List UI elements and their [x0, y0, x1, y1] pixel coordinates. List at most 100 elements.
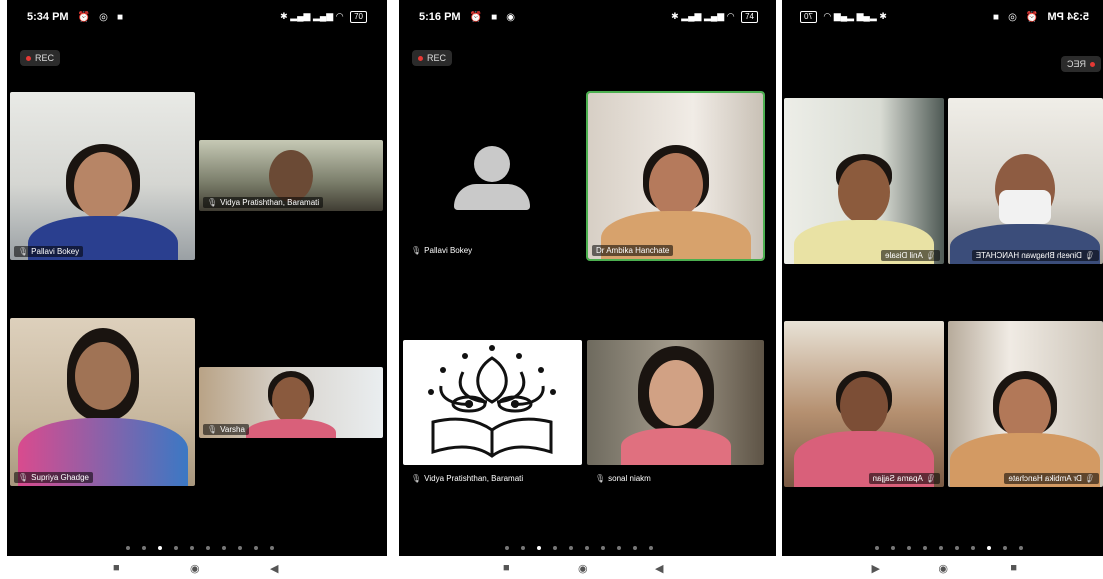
page-dot[interactable] — [1019, 546, 1023, 550]
signal-icon: ▂▄▆ — [703, 11, 725, 21]
video-icon: ■ — [116, 12, 123, 23]
page-dot[interactable] — [923, 546, 927, 550]
video-tile[interactable] — [403, 340, 582, 465]
participant-face — [272, 377, 310, 423]
video-tile[interactable]: 🎙 Vidya Pratishthan, Baramati — [199, 140, 383, 211]
page-dot[interactable] — [521, 546, 525, 550]
app-icon: ◉ — [506, 12, 515, 23]
page-dot[interactable] — [142, 546, 146, 550]
participant-face — [999, 379, 1052, 441]
video-tile-active-speaker[interactable]: Dr Ambika Hanchate — [586, 91, 765, 261]
mic-muted-icon: 🎙 — [18, 473, 29, 482]
participant-name-tag: 🎙 Supriya Ghadge — [14, 472, 93, 483]
participant-body — [620, 428, 731, 465]
signal-icon: ▂▄▆ — [833, 11, 855, 21]
android-nav-bar: ■ ◉ ◀ — [7, 562, 387, 578]
page-dot[interactable] — [633, 546, 637, 550]
page-dot[interactable] — [955, 546, 959, 550]
page-dot[interactable] — [553, 546, 557, 550]
participant-name-tag: 🎙Aparna Sajjan — [868, 473, 940, 484]
back-icon[interactable]: ◀ — [270, 562, 278, 575]
mic-muted-icon: 🎙 — [1084, 251, 1095, 260]
page-indicator[interactable] — [499, 537, 659, 550]
video-tile[interactable]: 🎙 Supriya Ghadge — [10, 318, 195, 486]
recent-apps-icon[interactable]: ■ — [503, 562, 510, 574]
video-icon: ■ — [993, 12, 1000, 23]
page-dot[interactable] — [971, 546, 975, 550]
participant-face — [838, 160, 890, 224]
mic-muted-icon: 🎙 — [595, 474, 606, 483]
participant-body — [246, 419, 336, 438]
page-dot[interactable] — [617, 546, 621, 550]
page-indicator[interactable] — [120, 537, 280, 550]
video-tile[interactable]: 🎙 Varsha — [199, 367, 383, 438]
battery-icon: 74 — [741, 11, 758, 23]
page-dot[interactable] — [1003, 546, 1007, 550]
page-dot[interactable] — [505, 546, 509, 550]
system-icons: ✱ ▂▄▆ ▂▄▆ ◠ 74 — [671, 11, 758, 23]
page-dot[interactable] — [238, 546, 242, 550]
mic-muted-icon: 🎙 — [1084, 474, 1095, 483]
page-dot[interactable] — [126, 546, 130, 550]
rec-label: REC — [35, 53, 55, 63]
avatar-head — [474, 146, 510, 182]
back-icon[interactable]: ◀ — [872, 562, 880, 575]
alarm-icon: ⏰ — [77, 12, 91, 23]
home-icon[interactable]: ◉ — [938, 562, 948, 575]
status-bar: 5:34 PM ⏰ ◎ ■ — [27, 11, 123, 23]
record-dot-icon — [1090, 62, 1095, 68]
video-tile[interactable]: 🎙Aparna Sajjan — [784, 321, 944, 487]
page-dot[interactable] — [569, 546, 573, 550]
page-dot[interactable] — [585, 546, 589, 550]
clock: 5:16 PM — [419, 11, 461, 23]
video-tile[interactable]: 🎙Dinesh Bhagwan HANCHATE — [948, 98, 1103, 264]
signal-icon: ▂▄▆ — [681, 11, 702, 21]
home-icon[interactable]: ◉ — [190, 562, 200, 575]
video-tile[interactable] — [587, 340, 764, 465]
avatar — [454, 146, 530, 210]
page-dot[interactable] — [254, 546, 258, 550]
battery-icon: 70 — [350, 11, 367, 23]
page-dot[interactable] — [270, 546, 274, 550]
bluetooth-icon: ✱ — [671, 11, 679, 21]
participant-name-tag: 🎙 Vidya Pratishthan, Baramati — [203, 197, 324, 208]
participant-face — [648, 360, 703, 426]
page-dot[interactable] — [206, 546, 210, 550]
participant-face — [73, 152, 132, 220]
page-dot-active[interactable] — [987, 546, 991, 550]
recent-apps-icon[interactable]: ■ — [113, 562, 120, 574]
back-icon[interactable]: ◀ — [655, 562, 663, 575]
page-dot[interactable] — [907, 546, 911, 550]
android-nav-bar: ■ ◉ ◀ — [782, 562, 1103, 578]
video-tile[interactable]: 🎙Anil Disale — [784, 98, 944, 264]
page-dot-active[interactable] — [537, 546, 541, 550]
wifi-icon: ◠ — [335, 11, 344, 21]
participant-name-tag: 🎙 Varsha — [203, 424, 249, 435]
page-dot[interactable] — [891, 546, 895, 550]
recording-indicator: REC — [1060, 56, 1101, 72]
page-dot-active[interactable] — [158, 546, 162, 550]
video-tile[interactable]: 🎙 Pallavi Bokey — [10, 92, 195, 260]
mic-muted-icon: 🎙 — [207, 425, 218, 434]
system-icons: ✱ ▂▄▆ ▂▄▆ ◠ 70 — [280, 11, 367, 23]
home-icon[interactable]: ◉ — [578, 562, 588, 575]
meeting-screen-mirrored: 5:34 PM ⏰ ◎ ■ ✱ ▂▄▆ ▂▄▆ ◠ 70 REC 🎙Dinesh… — [782, 0, 1103, 556]
page-dot[interactable] — [601, 546, 605, 550]
rec-label: REC — [1066, 59, 1086, 69]
page-dot[interactable] — [222, 546, 226, 550]
video-tile[interactable]: 🎙Dr Ambika Hanchate — [948, 321, 1103, 487]
page-indicator[interactable] — [869, 537, 1029, 550]
page-dot[interactable] — [649, 546, 653, 550]
face-mask — [999, 190, 1052, 224]
record-dot-icon — [418, 56, 423, 62]
system-icons: ✱ ▂▄▆ ▂▄▆ ◠ 70 — [800, 11, 887, 23]
page-dot[interactable] — [174, 546, 178, 550]
recent-apps-icon[interactable]: ■ — [1010, 562, 1017, 574]
status-bar: 5:16 PM ⏰ ■ ◉ — [419, 11, 515, 23]
page-dot[interactable] — [939, 546, 943, 550]
page-dot[interactable] — [190, 546, 194, 550]
mic-muted-icon: 🎙 — [925, 251, 936, 260]
wifi-icon: ◠ — [823, 11, 832, 21]
page-dot[interactable] — [875, 546, 879, 550]
mic-muted-icon: 🎙 — [411, 474, 422, 483]
